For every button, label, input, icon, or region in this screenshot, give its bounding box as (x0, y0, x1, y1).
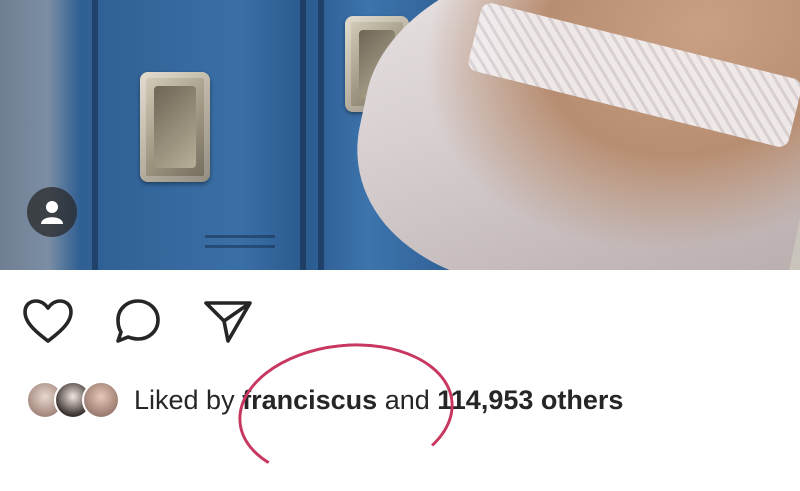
likes-count-link[interactable]: 114,953 others (437, 385, 623, 415)
likes-text: Liked by franciscus and 114,953 others (134, 385, 623, 416)
user-tag-icon (41, 201, 63, 224)
locker-seam (318, 0, 324, 270)
post-photo[interactable] (0, 0, 800, 270)
liker-avatars[interactable] (26, 381, 120, 419)
liker-username-link[interactable]: franciscus (242, 385, 377, 415)
likes-prefix: Liked by (134, 384, 235, 415)
like-button[interactable] (22, 296, 74, 346)
locker-handle (140, 72, 210, 182)
locker-seam (300, 0, 306, 270)
likes-summary: Liked by franciscus and 114,953 others (26, 378, 623, 422)
likes-connector: and (384, 384, 430, 415)
locker-vent (205, 245, 275, 248)
locker-vent (205, 235, 275, 238)
user-tag-button[interactable] (27, 187, 77, 237)
locker-seam (92, 0, 98, 270)
send-icon (204, 301, 252, 343)
post-action-bar (22, 296, 254, 346)
share-button[interactable] (202, 296, 254, 346)
comment-button[interactable] (112, 296, 164, 346)
avatar (82, 381, 120, 419)
comment-icon (116, 299, 160, 343)
heart-icon (23, 299, 73, 343)
